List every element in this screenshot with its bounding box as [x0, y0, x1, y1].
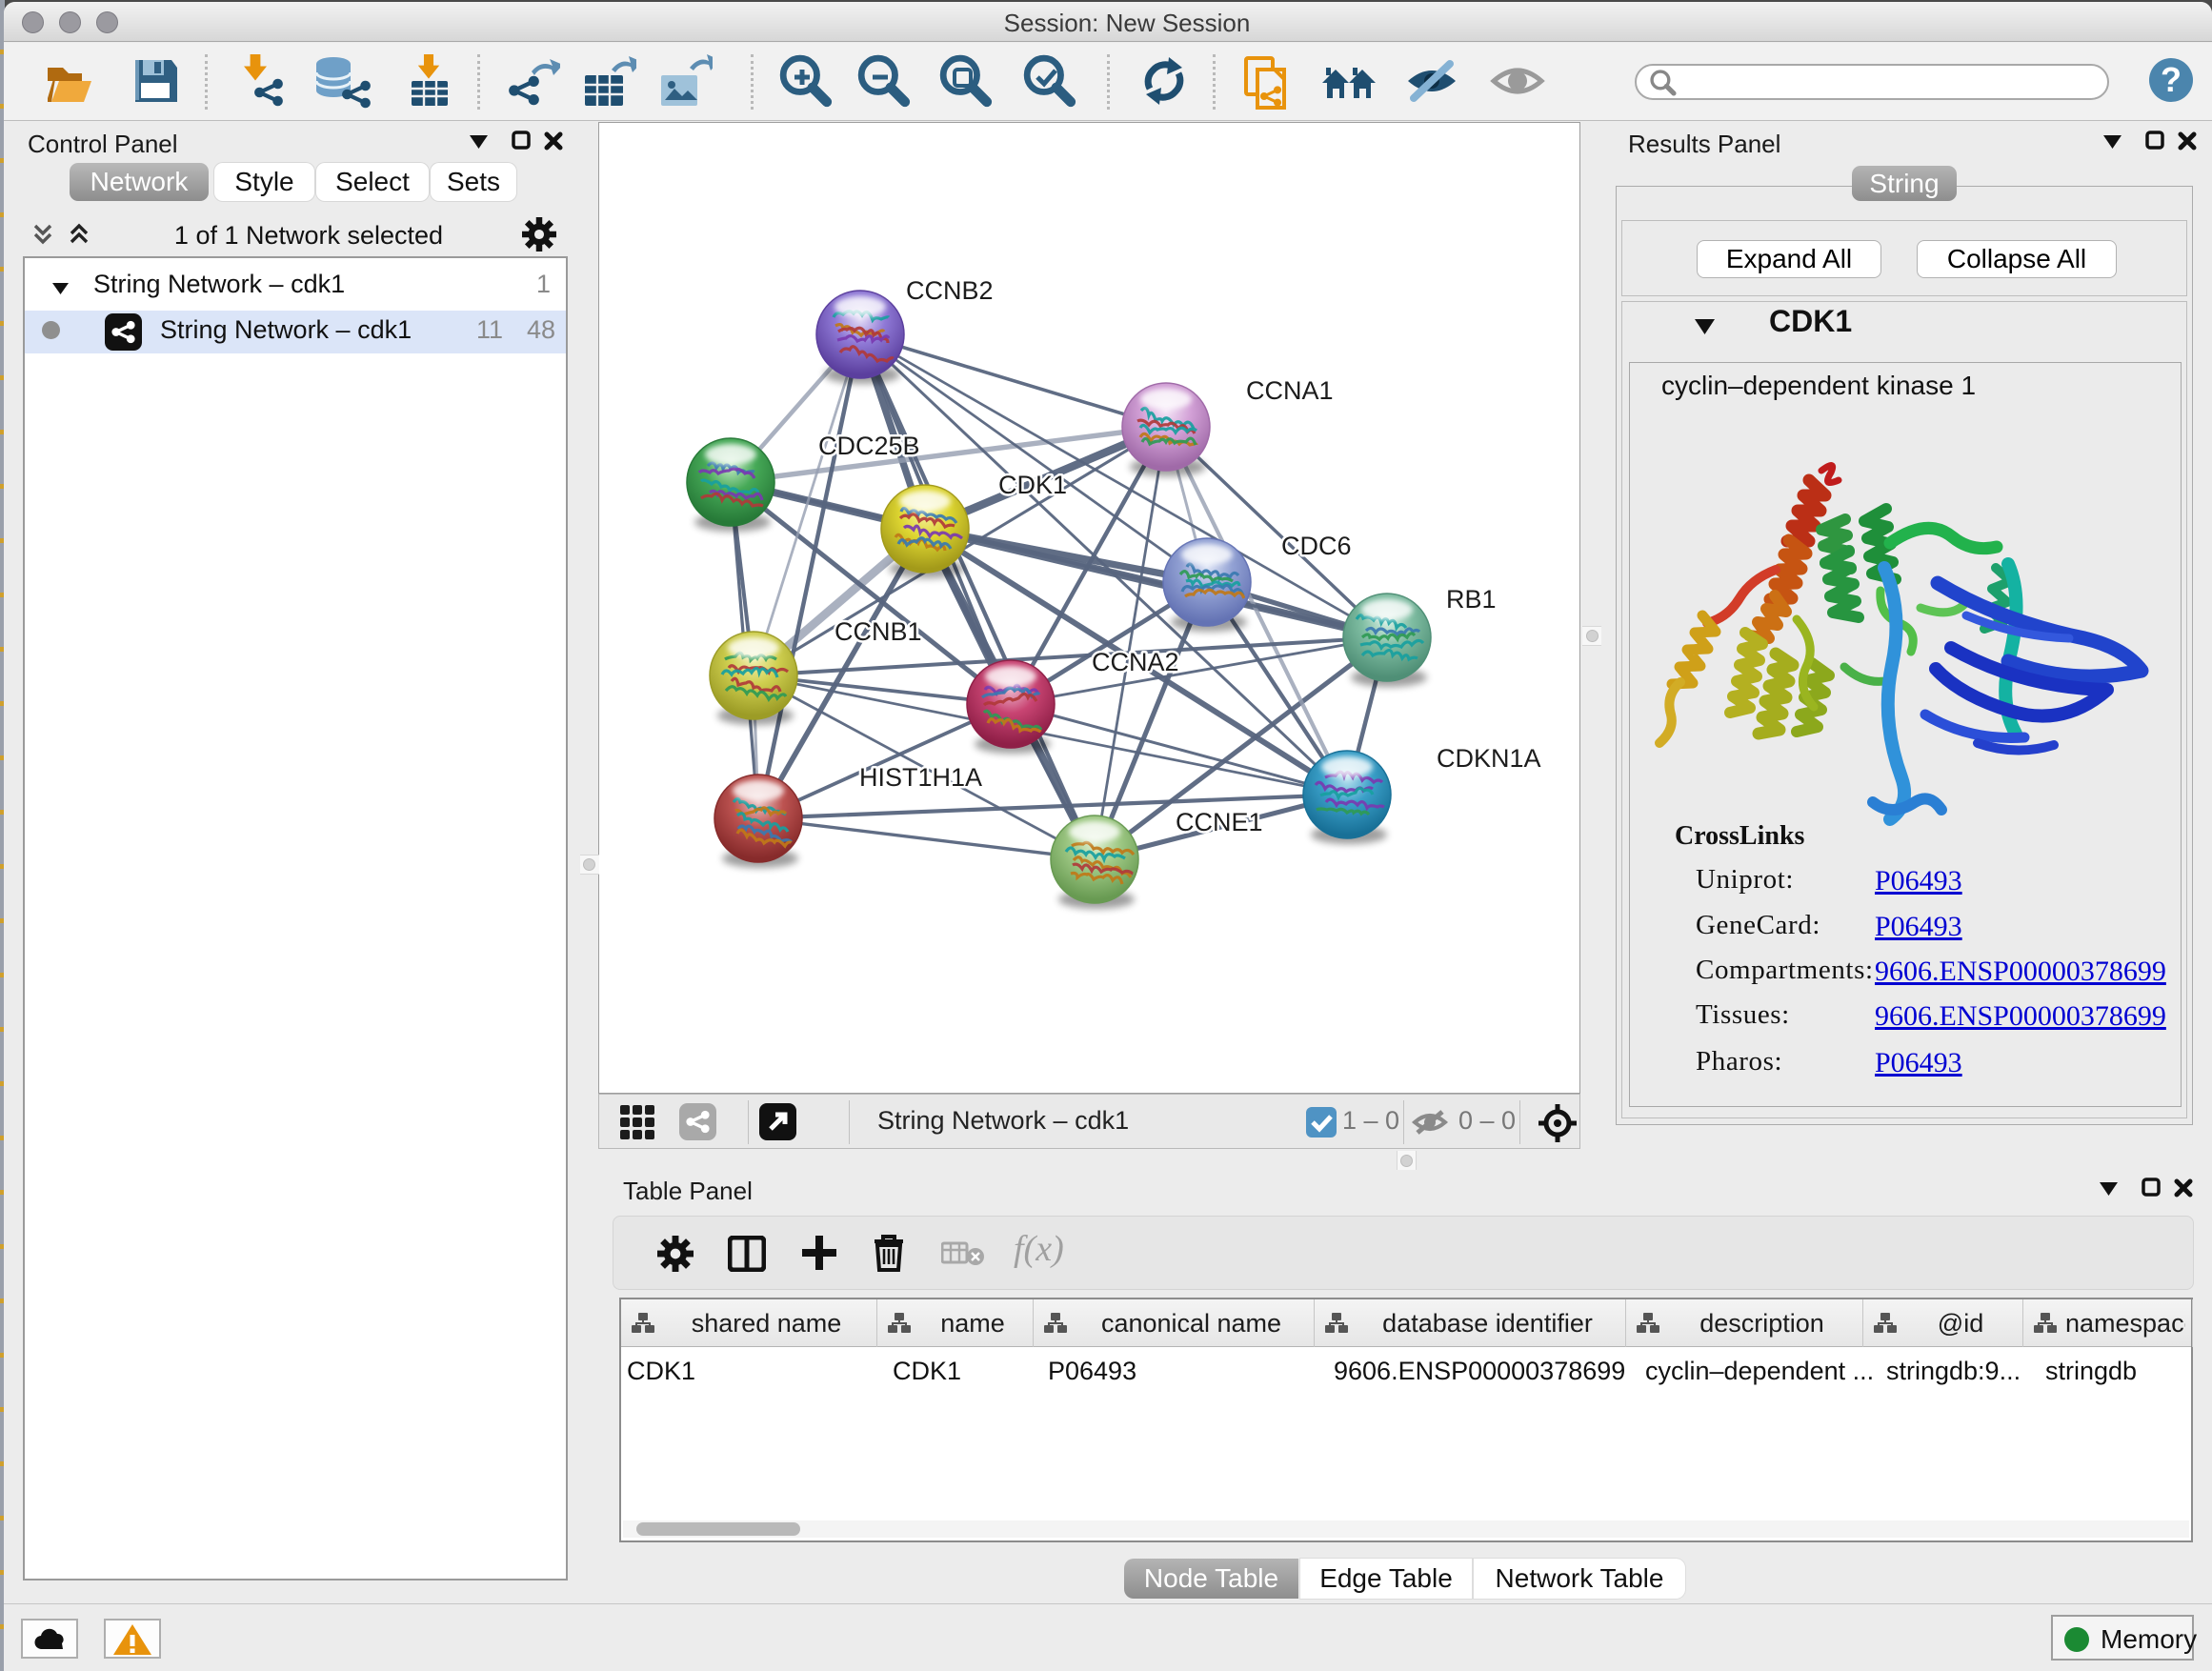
svg-text:CCNE1: CCNE1: [1176, 808, 1263, 836]
svg-text:RB1: RB1: [1446, 585, 1497, 614]
svg-text:CDC6: CDC6: [1281, 532, 1352, 560]
svg-text:CCNA1: CCNA1: [1246, 376, 1334, 405]
svg-text:CDK1: CDK1: [998, 471, 1067, 499]
svg-text:CCNB2: CCNB2: [906, 276, 994, 305]
svg-text:CCNA2: CCNA2: [1092, 648, 1179, 676]
svg-text:CCNB1: CCNB1: [835, 617, 922, 646]
svg-text:CDKN1A: CDKN1A: [1437, 744, 1541, 773]
svg-text:HIST1H1A: HIST1H1A: [859, 763, 982, 792]
svg-text:CDC25B: CDC25B: [818, 432, 920, 460]
